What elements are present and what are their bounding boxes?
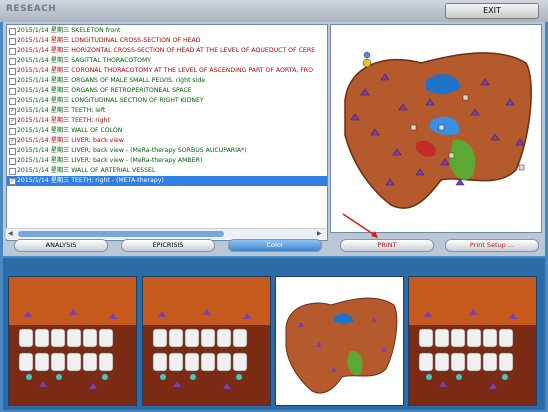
list-item[interactable]: ✓ 2015/1/14 星期三 TEETH; right bbox=[7, 116, 327, 126]
title-bar: RESEACH EXIT bbox=[0, 0, 548, 22]
list-item[interactable]: 2015/1/14 星期三 ORGANS OF MALE SMALL PELVI… bbox=[7, 76, 327, 86]
scroll-right-icon[interactable]: ▶ bbox=[317, 230, 322, 237]
list-item[interactable]: 2015/1/14 星期三 LIVER; back view - (MeRa-t… bbox=[7, 146, 327, 156]
list-item-checkbox[interactable] bbox=[9, 98, 16, 105]
list-item-label: 2015/1/14 星期三 LIVER; back view bbox=[17, 137, 124, 144]
color-button[interactable]: Color bbox=[228, 239, 322, 252]
epicrisis-button[interactable]: EPICRISIS bbox=[121, 239, 215, 252]
list-item[interactable]: 2015/1/14 星期三 SKELETON front bbox=[7, 26, 327, 36]
liver-illustration bbox=[344, 51, 532, 209]
thumbnail-teeth-2[interactable] bbox=[142, 276, 271, 406]
list-item-checkbox[interactable] bbox=[9, 78, 16, 85]
list-item-checkbox[interactable] bbox=[9, 148, 16, 155]
list-horizontal-scrollbar[interactable]: ◀ ▶ bbox=[6, 228, 326, 239]
analysis-button[interactable]: ANALYSIS bbox=[14, 239, 108, 252]
list-item[interactable]: 2015/1/14 星期三 SAGITTAL THORACOTOMY bbox=[7, 56, 327, 66]
list-item-checkbox[interactable] bbox=[9, 28, 16, 35]
list-item[interactable]: ✓ 2015/1/14 星期三 TEETH; right - (META-ther… bbox=[7, 176, 327, 186]
list-item-checkbox[interactable] bbox=[9, 168, 16, 175]
list-item-checkbox[interactable] bbox=[9, 88, 16, 95]
list-item[interactable]: 2015/1/14 星期三 ORGANS OF RETROPERITONEAL … bbox=[7, 86, 327, 96]
list-item-label: 2015/1/14 星期三 WALL OF ARTERIAL VESSEL bbox=[17, 167, 156, 174]
exit-button[interactable]: EXIT bbox=[445, 3, 539, 19]
list-item[interactable]: 2015/1/14 星期三 WALL OF COLON bbox=[7, 126, 327, 136]
list-item[interactable]: ✓ 2015/1/14 星期三 LIVER; back view bbox=[7, 136, 327, 146]
list-item-label: 2015/1/14 星期三 ORGANS OF MALE SMALL PELVI… bbox=[17, 77, 206, 84]
scroll-left-icon[interactable]: ◀ bbox=[8, 230, 13, 237]
list-item[interactable]: 2015/1/14 星期三 CORONAL THORACOTOMY AT THE… bbox=[7, 66, 327, 76]
liver-diagram-view[interactable] bbox=[330, 24, 542, 233]
list-item[interactable]: ✓ 2015/1/14 星期三 TEETH; left bbox=[7, 106, 327, 116]
list-item-label: 2015/1/14 星期三 LONGITUDINAL SECTION OF RI… bbox=[17, 97, 204, 104]
list-item-label: 2015/1/14 星期三 TEETH; left bbox=[17, 107, 106, 114]
list-item-checkbox[interactable] bbox=[9, 38, 16, 45]
list-item-label: 2015/1/14 星期三 SAGITTAL THORACOTOMY bbox=[17, 57, 152, 64]
annotation-arrow bbox=[342, 213, 378, 238]
list-item-checkbox[interactable] bbox=[9, 48, 16, 55]
list-item[interactable]: 2015/1/14 星期三 WALL OF ARTERIAL VESSEL bbox=[7, 166, 327, 176]
list-item-label: 2015/1/14 星期三 ORGANS OF RETROPERITONEAL … bbox=[17, 87, 192, 94]
list-item-checkbox[interactable] bbox=[9, 158, 16, 165]
list-item-label: 2015/1/14 星期三 WALL OF COLON bbox=[17, 127, 123, 134]
print-setup-button[interactable]: Print Setup ... bbox=[445, 239, 539, 252]
list-item-checkbox[interactable]: ✓ bbox=[9, 108, 16, 115]
list-item[interactable]: 2015/1/14 星期三 HORIZONTAL CROSS-SECTION O… bbox=[7, 46, 327, 56]
list-item[interactable]: 2015/1/14 星期三 LONGITUDINAL SECTION OF RI… bbox=[7, 96, 327, 106]
list-item-label: 2015/1/14 星期三 HORIZONTAL CROSS-SECTION O… bbox=[17, 47, 316, 54]
list-item[interactable]: 2015/1/14 星期三 LIVER; back view - (MeRa-t… bbox=[7, 156, 327, 166]
list-item-label: 2015/1/14 星期三 TEETH; right - (META-thera… bbox=[17, 177, 164, 184]
thumbnail-teeth-1[interactable] bbox=[8, 276, 137, 406]
list-item-label: 2015/1/14 星期三 LIVER; back view - (MeRa-t… bbox=[17, 147, 247, 154]
list-item-checkbox[interactable] bbox=[9, 68, 16, 75]
list-item-checkbox[interactable]: ✓ bbox=[9, 138, 16, 145]
thumbnail-teeth-3[interactable] bbox=[408, 276, 537, 406]
window-title: RESEACH bbox=[6, 4, 57, 14]
list-item-label: 2015/1/14 星期三 SKELETON front bbox=[17, 27, 121, 34]
scrollbar-thumb[interactable] bbox=[18, 231, 224, 237]
list-item-checkbox[interactable] bbox=[9, 128, 16, 135]
list-item-label: 2015/1/14 星期三 LONGITUDINAL CROSS-SECTION… bbox=[17, 37, 201, 44]
list-item-checkbox[interactable] bbox=[9, 58, 16, 65]
thumbnail-liver[interactable] bbox=[275, 276, 404, 406]
list-item-label: 2015/1/14 星期三 LIVER; back view - (MeRa-t… bbox=[17, 157, 203, 164]
list-item-label: 2015/1/14 星期三 TEETH; right bbox=[17, 117, 110, 124]
list-item-checkbox[interactable]: ✓ bbox=[9, 178, 16, 185]
list-item-checkbox[interactable]: ✓ bbox=[9, 118, 16, 125]
list-item-label: 2015/1/14 星期三 CORONAL THORACOTOMY AT THE… bbox=[17, 67, 313, 74]
research-list[interactable]: 2015/1/14 星期三 SKELETON front 2015/1/14 星期… bbox=[6, 24, 328, 241]
list-item[interactable]: 2015/1/14 星期三 LONGITUDINAL CROSS-SECTION… bbox=[7, 36, 327, 46]
